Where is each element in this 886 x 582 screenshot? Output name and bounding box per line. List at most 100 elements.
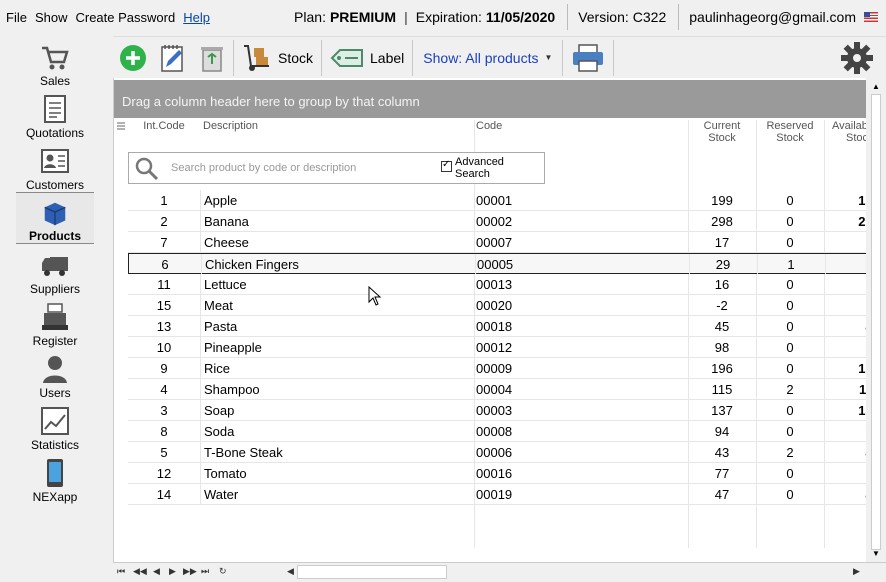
delete-product-button[interactable] [193, 39, 231, 77]
table-row[interactable]: 3Soap000031370137 [128, 400, 880, 421]
table-row[interactable]: 10Pineapple0001298098 [128, 337, 880, 358]
menu-show[interactable]: Show [29, 10, 68, 25]
divider [567, 4, 569, 30]
next-record-icon[interactable]: ▶ [169, 566, 176, 577]
table-row[interactable]: 14Water0001947047 [128, 484, 880, 505]
sidebar-item-users[interactable]: Users [16, 348, 94, 400]
cell-divider [200, 358, 201, 378]
cell-int-code: 7 [160, 235, 168, 250]
scroll-right-icon[interactable]: ▶ [853, 566, 860, 577]
cell-int-code: 13 [156, 319, 172, 334]
stock-button[interactable]: Stock [236, 39, 319, 77]
sidebar-item-statistics[interactable]: Statistics [16, 400, 94, 452]
cell-int-code: 10 [156, 340, 172, 355]
table-row[interactable]: 7Cheese0000717017 [128, 232, 880, 253]
cell-current-stock: -2 [716, 298, 728, 313]
cell-divider [688, 358, 689, 378]
cell-current-stock: 199 [711, 193, 733, 208]
table-row[interactable]: 6Chicken Fingers0000529128 [128, 253, 881, 274]
label-button[interactable]: Label [324, 39, 410, 77]
last-page-icon[interactable]: ⏭ [201, 566, 209, 577]
cell-divider [824, 232, 825, 252]
edit-product-button[interactable] [153, 39, 193, 77]
sidebar-item-customers[interactable]: Customers [16, 140, 94, 192]
advanced-search-toggle[interactable]: Advanced Search [441, 156, 504, 180]
column-header-reserved-stock[interactable]: Reserved Stock [756, 120, 824, 154]
sidebar-item-suppliers[interactable]: Suppliers [16, 244, 94, 296]
table-row[interactable]: 1Apple000011990199 [128, 190, 880, 211]
cell-divider [200, 232, 201, 252]
cell-divider [756, 379, 757, 399]
cell-int-code: 6 [161, 257, 169, 272]
sidebar-item-label: Sales [39, 74, 71, 88]
toolbar: Stock Label Show: All products ▼ [113, 36, 886, 78]
cell-code: 00019 [476, 487, 513, 502]
horizontal-scroll-thumb[interactable] [297, 565, 447, 579]
prev-record-icon[interactable]: ◀ [153, 566, 160, 577]
cell-divider [688, 211, 689, 231]
menu-file[interactable]: File [0, 10, 27, 25]
cell-divider [824, 316, 825, 336]
scroll-thumb[interactable] [871, 94, 881, 550]
sidebar-item-products[interactable]: Products [16, 192, 94, 244]
table-row[interactable]: 9Rice000091960196 [128, 358, 880, 379]
cell-reserved-stock: 0 [786, 487, 794, 502]
cell-divider [824, 400, 825, 420]
cell-divider [200, 400, 201, 420]
column-chooser-icon[interactable] [116, 122, 126, 132]
scroll-down-icon[interactable]: ▼ [872, 549, 880, 558]
column-header-int-code[interactable]: Int.Code [128, 120, 200, 154]
column-header-current-stock[interactable]: Current Stock [688, 120, 756, 154]
cell-description: Pineapple [204, 340, 262, 355]
cell-divider [475, 254, 476, 274]
show-filter-dropdown[interactable]: Show: All products ▼ [415, 50, 560, 66]
cell-description: Tomato [204, 466, 247, 481]
vertical-scrollbar[interactable]: ▲ ▼ [866, 78, 886, 562]
group-by-panel[interactable]: Drag a column header here to group by th… [114, 80, 867, 118]
scroll-up-icon[interactable]: ▲ [872, 82, 880, 91]
table-row[interactable]: 13Pasta0001845045 [128, 316, 880, 337]
settings-button[interactable] [834, 39, 880, 77]
cell-divider [688, 316, 689, 336]
cell-divider [474, 442, 475, 462]
cell-reserved-stock: 0 [786, 193, 794, 208]
cell-int-code: 5 [160, 445, 168, 460]
prev-page-icon[interactable]: ◀◀ [133, 566, 147, 577]
menu-help[interactable]: Help [177, 10, 210, 25]
next-page-icon[interactable]: ▶▶ [183, 566, 197, 577]
sidebar-item-quotations[interactable]: Quotations [16, 88, 94, 140]
cell-description: Rice [204, 361, 231, 376]
table-row[interactable]: 2Banana000022980298 [128, 211, 880, 232]
scroll-left-icon[interactable]: ◀ [287, 566, 294, 577]
first-page-icon[interactable]: ⏮ [117, 566, 125, 577]
advanced-search-label: Advanced Search [455, 156, 504, 180]
grid-navigator: ⏮ ◀◀ ◀ ▶ ▶▶ ⏭ ↻ ◀ ▶ [113, 562, 886, 582]
table-row[interactable]: 15Meat00020-20-2 [128, 295, 880, 316]
stock-label: Stock [278, 49, 314, 66]
column-header-code[interactable]: Code [476, 120, 686, 154]
cell-divider [756, 400, 757, 420]
cash-register-icon [42, 303, 68, 330]
cell-current-stock: 47 [714, 487, 730, 502]
table-row[interactable]: 5T-Bone Steak0000643241 [128, 442, 880, 463]
toolbar-divider [412, 39, 414, 76]
box-icon [44, 202, 66, 226]
table-row[interactable]: 4Shampoo000041152113 [128, 379, 880, 400]
cell-divider [688, 190, 689, 210]
refresh-icon[interactable]: ↻ [219, 566, 227, 577]
us-flag-icon[interactable] [864, 12, 878, 22]
add-product-button[interactable] [113, 39, 153, 77]
table-row[interactable]: 8Soda0000894094 [128, 421, 880, 442]
sidebar-item-register[interactable]: Register [16, 296, 94, 348]
menu-create-password[interactable]: Create Password [69, 10, 175, 25]
advanced-search-checkbox[interactable] [441, 159, 452, 172]
column-header-description[interactable]: Description [203, 120, 473, 154]
search-input[interactable]: Search product by code or description [171, 162, 356, 174]
sidebar-item-sales[interactable]: Sales [16, 36, 94, 88]
print-button[interactable] [565, 39, 611, 77]
cell-reserved-stock: 0 [786, 361, 794, 376]
version-label: Version: [578, 9, 629, 25]
sidebar-item-nexapp[interactable]: NEXapp [16, 452, 94, 504]
table-row[interactable]: 12Tomato0001677077 [128, 463, 880, 484]
table-row[interactable]: 11Lettuce0001316016 [128, 274, 880, 295]
